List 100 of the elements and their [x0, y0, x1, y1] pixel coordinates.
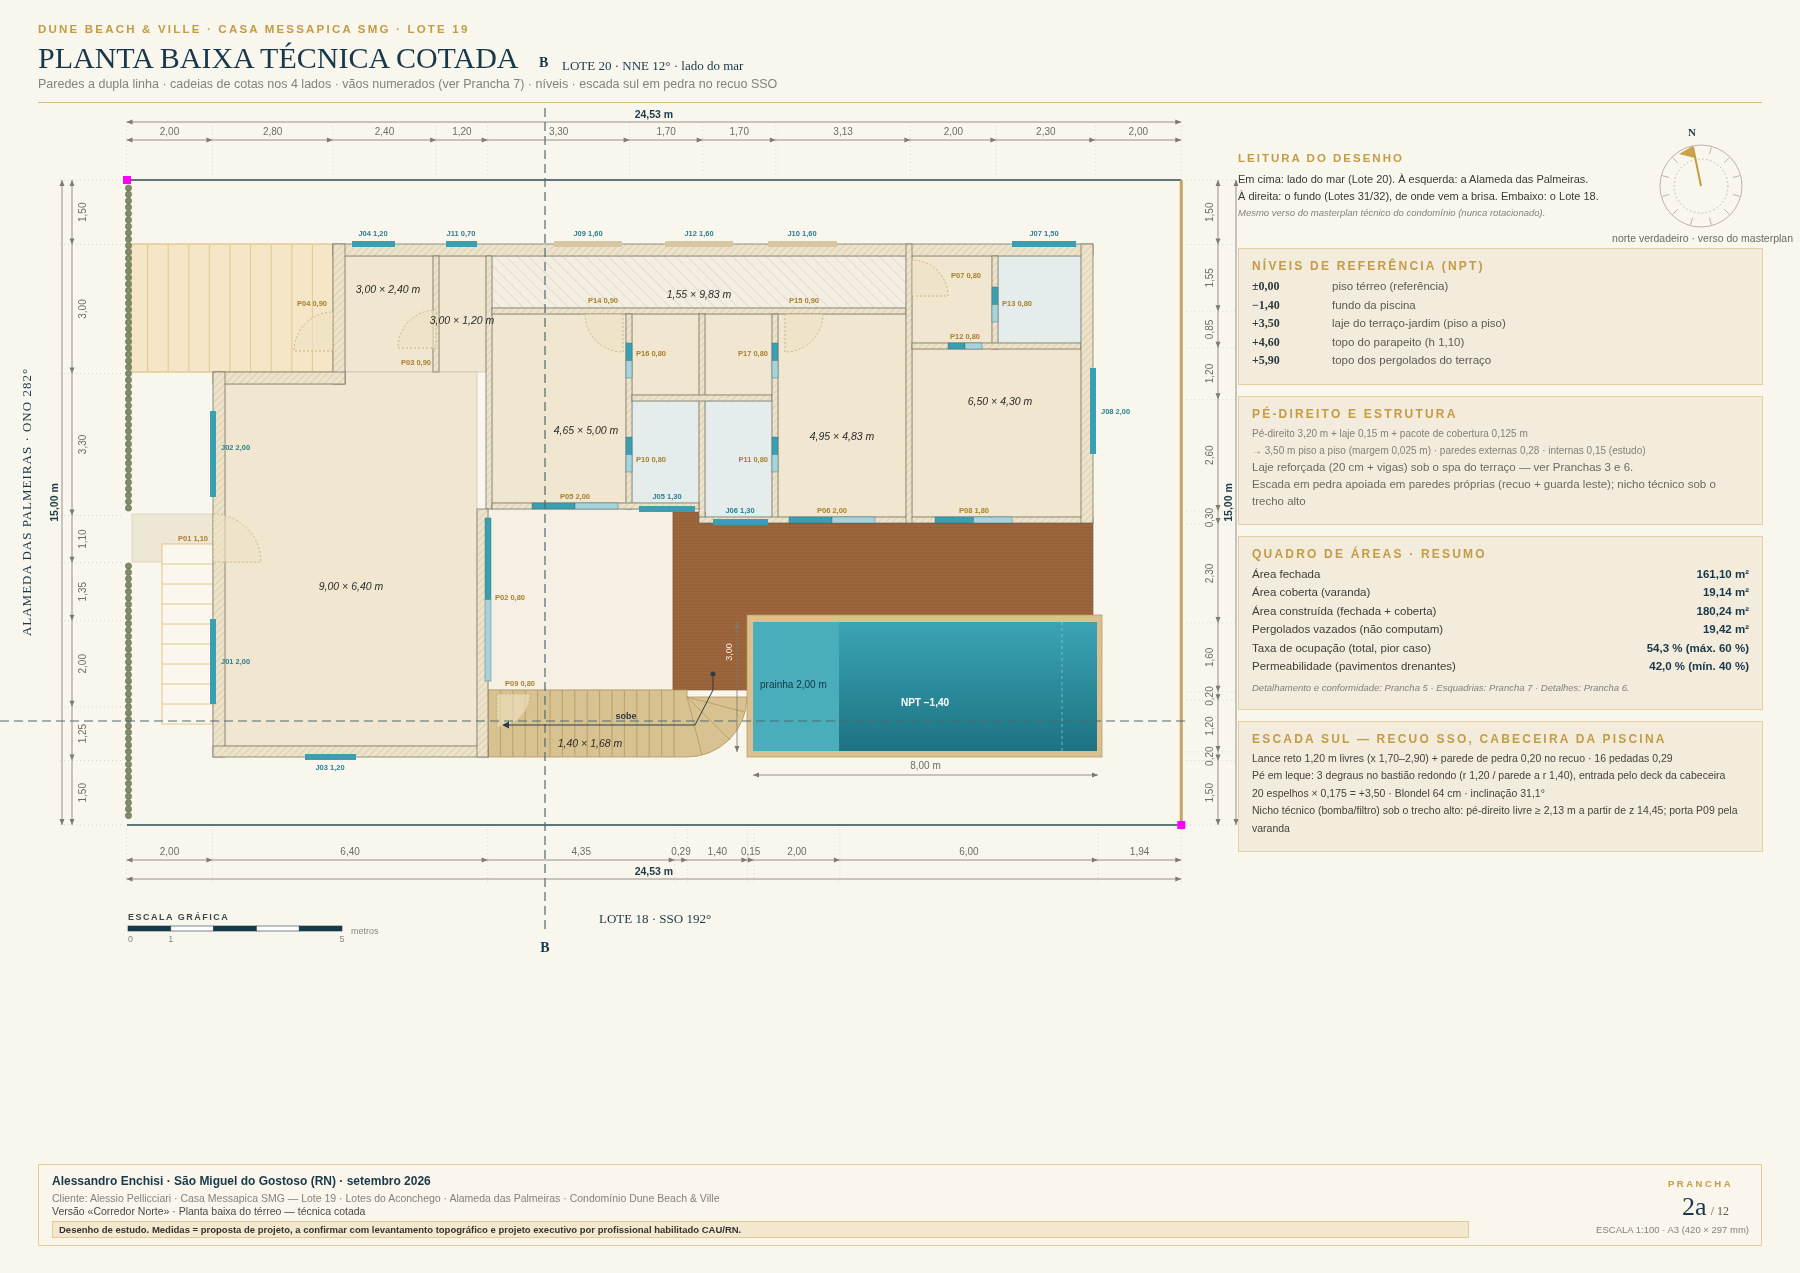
sheet-number: 2a	[1682, 1194, 1707, 1220]
scale-tick-label: 5	[339, 934, 345, 944]
sliding-door-mark	[771, 342, 779, 379]
orientation-label: LOTE 18 · SSO 192°	[599, 911, 712, 926]
dimension-label: 6,00	[959, 846, 979, 857]
stair-note: 20 espelhos × 0,175 = +3,50 · Blondel 64 cm · inclinação 31,1°	[1252, 785, 1545, 801]
scale-tick-label: 0	[128, 934, 133, 944]
panel-heading: PÉ-DIREITO E ESTRUTURA	[1252, 406, 1458, 421]
level-description: piso térreo (referência)	[1332, 279, 1449, 294]
sliding-door-mark	[625, 342, 633, 379]
dimension-label: 2,00	[77, 654, 88, 674]
dimension-label: 1,40	[707, 846, 728, 857]
stair-note: Nicho técnico (bomba/filtro) sob o trecho alto: pé-direito livre ≥ 2,13 m a partir de z 14,45; porta P09 pela varanda	[1252, 803, 1739, 836]
level-value: ±0,00	[1252, 278, 1280, 295]
sliding-door-mark	[771, 436, 779, 473]
compass-caption: norte verdadeiro · verso do masterplan	[1612, 232, 1793, 245]
north-label: N	[1688, 127, 1696, 138]
disclaimer-note: Desenho de estudo. Medidas = proposta de projeto, a confirmar com levantamento topográfico e projeto executivo por profissional habilitado CAU/RN.	[52, 1221, 1469, 1238]
area-value: 19,14 m²	[1702, 585, 1749, 600]
sliding-door-mark	[625, 436, 633, 473]
room-label: 3,00 × 2,40 m	[355, 283, 421, 295]
reading-note: Mesmo verso do masterplan técnico do condomínio (nunca rotacionado).	[1238, 206, 1546, 220]
stair-note: Pé em leque: 3 degraus no bastião redondo (r 1,20 / parede a r 1,40), entrada pelo deck da cabeceira	[1252, 768, 1726, 783]
pool-level-label: NPT −1,40	[900, 697, 950, 708]
room-label: 3,00 × 1,20 m	[429, 314, 495, 326]
area-label: Área coberta (varanda)	[1252, 585, 1371, 600]
area-note: Detalhamento e conformidade: Prancha 5 · Esquadrias: Prancha 7 · Detalhes: Prancha 6.	[1252, 680, 1630, 695]
corner-marker-icon	[123, 176, 131, 184]
room-label: 4,65 × 5,00 m	[553, 424, 619, 436]
dimension-label: 15,00 m	[48, 483, 60, 522]
room-label: 1,40 × 1,68 m	[557, 737, 623, 749]
door-swing-icon	[784, 313, 824, 353]
dimension-label: 1,50	[1204, 202, 1215, 222]
scale-bar-title: ESCALA GRÁFICA	[128, 912, 230, 922]
door-swing-icon	[911, 259, 949, 297]
structure-note: Escada em pedra apoiada em paredes próprias (recuo + guarda leste); nicho técnico sob o trecho alto	[1252, 476, 1717, 509]
structure-note: Pé-direito 3,20 m + laje 0,15 m + pacote de cobertura 0,125 m	[1252, 426, 1528, 441]
sheet-label: PRANCHA	[1668, 1177, 1733, 1190]
sheet-scale: ESCALA 1:100 · A3 (420 × 297 mm)	[1596, 1223, 1749, 1236]
level-value: +4,60	[1252, 333, 1280, 351]
dimension-label: 1,60	[1204, 647, 1215, 668]
pool-zone-label: prainha 2,00 m	[760, 679, 827, 690]
stair-direction-label: sobe	[615, 711, 637, 721]
dimension-label: 6,40	[340, 846, 360, 857]
area-value: 54,3 % (máx. 60 %)	[1646, 640, 1749, 656]
area-value: 42,0 % (mín. 40 %)	[1649, 659, 1749, 674]
area-value: 19,42 m²	[1702, 622, 1749, 637]
dimension-label: 8,00 m	[910, 760, 941, 771]
structure-note: Laje reforçada (20 cm + vigas) sob o spa do terraço — ver Pranchas 3 e 6.	[1252, 459, 1634, 475]
sliding-door-mark	[947, 342, 983, 350]
door-swing-icon	[584, 313, 624, 353]
dimension-label: 1,55	[1204, 268, 1215, 288]
dimension-label: 24,53 m	[634, 108, 674, 120]
scale-tick-label: 1	[168, 934, 174, 944]
scale-unit-label: metros	[351, 926, 379, 936]
dimension-label: 0,20	[1204, 746, 1215, 766]
section-label: B	[539, 55, 549, 71]
reading-text: Em cima: lado do mar (Lote 20). À esquerda: a Alameda das Palmeiras.	[1238, 172, 1589, 187]
dimension-label: 1,20	[452, 126, 472, 137]
dimension-label: 1,20	[1204, 363, 1215, 384]
level-description: topo do parapeito (h 1,10)	[1332, 334, 1465, 350]
dimension-label: 3,13	[833, 126, 853, 137]
dimension-label: 1,50	[77, 202, 88, 222]
sheet-total: / 12	[1710, 1204, 1729, 1219]
dimension-label: 2,00	[159, 846, 180, 857]
dimension-label: 1,50	[1204, 783, 1215, 803]
corner-marker-icon	[1177, 821, 1186, 829]
door-swing-icon	[212, 513, 262, 563]
area-value: 180,24 m²	[1696, 603, 1749, 619]
dimension-label: 2,40	[374, 126, 395, 137]
dimension-label: 2,30	[1204, 563, 1215, 584]
dimension-label: 3,00	[724, 643, 734, 661]
section-label: B	[540, 940, 550, 955]
dimension-label: 3,00	[77, 299, 88, 319]
room-label: 4,95 × 4,83 m	[809, 430, 875, 442]
dimension-label: 1,25	[77, 723, 88, 744]
panel-heading: NÍVEIS DE REFERÊNCIA (NPT)	[1252, 259, 1485, 273]
area-label: Taxa de ocupação (total, pior caso)	[1252, 640, 1431, 656]
dimension-label: 1,20	[1204, 716, 1215, 736]
dimension-label: 24,53 m	[634, 865, 674, 877]
dimension-label: 0,30	[1204, 507, 1215, 528]
client-line: Cliente: Alessio Pellicciari · Casa Messapica SMG — Lote 19 · Lotes do Aconchego · Alameda das Palmeiras · Condomínio Dune Beach & Ville	[52, 1191, 720, 1205]
structure-note: → 3,50 m piso a piso (margem 0,025 m) · paredes externas 0,28 · internas 0,15 (estudo)	[1252, 443, 1646, 458]
panel-heading: QUADRO DE ÁREAS · RESUMO	[1252, 546, 1487, 561]
area-value: 161,10 m²	[1696, 566, 1749, 582]
dimension-label: 2,60	[1204, 445, 1215, 465]
sheet-title: PLANTA BAIXA TÉCNICA COTADA	[38, 41, 519, 75]
dimension-label: 1,10	[77, 529, 88, 549]
dimension-label: 0,29	[671, 846, 691, 857]
level-value: −1,40	[1252, 296, 1280, 314]
dimension-label: 2,00	[943, 126, 964, 137]
dimension-label: 3,30	[77, 434, 88, 455]
level-description: laje do terraço-jardim (piso a piso)	[1332, 316, 1506, 331]
project-kicker: DUNE BEACH & VILLE · CASA MESSAPICA SMG · LOTE 19	[38, 22, 470, 36]
dimension-label: 3,30	[548, 126, 569, 137]
dimension-label: 1,50	[77, 783, 88, 803]
room-label: 1,55 × 9,83 m	[666, 288, 732, 300]
stair-note: Lance reto 1,20 m livres (x 1,70–2,90) + parede de pedra 0,20 no recuo · 16 pedadas 0,29	[1252, 750, 1673, 766]
panel-heading: ESCADA SUL — RECUO SSO, CABECEIRA DA PISCINA	[1252, 731, 1667, 746]
orientation-label: ALAMEDA DAS PALMEIRAS · ONO 282°	[19, 367, 34, 637]
